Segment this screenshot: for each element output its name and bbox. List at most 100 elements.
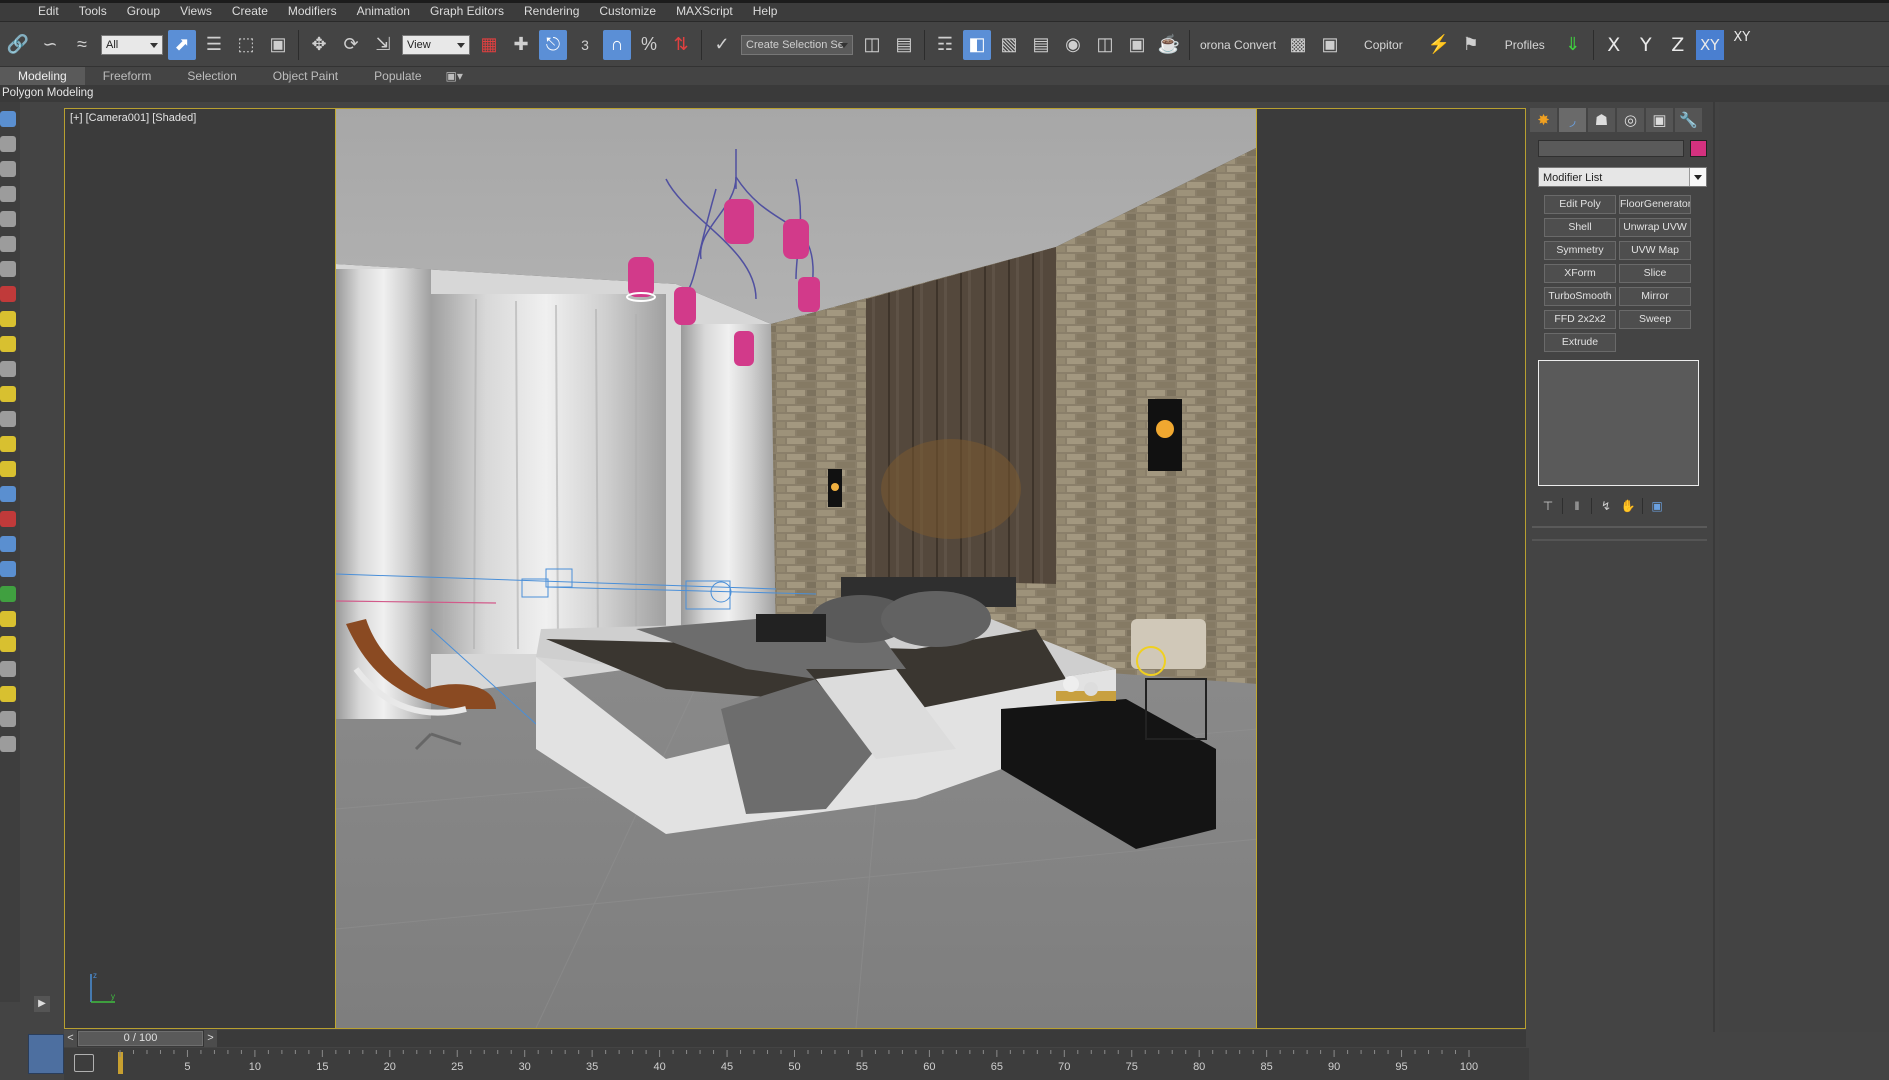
select-object-icon[interactable]: ⬈ [168, 29, 196, 60]
make-unique-icon[interactable]: ↯ [1598, 498, 1614, 514]
corona-convert-label[interactable]: orona Convert [1194, 38, 1282, 52]
time-slider-thumb[interactable]: 0 / 100 [78, 1031, 203, 1046]
time-slider[interactable]: < 0 / 100 > [64, 1030, 1526, 1047]
speaker-icon[interactable] [0, 236, 16, 252]
mirror-icon[interactable]: ◫ [858, 30, 886, 60]
particles-icon[interactable] [0, 486, 16, 502]
expand-track-icon[interactable]: ▶ [34, 996, 50, 1012]
remove-modifier-icon[interactable]: ✋ [1620, 498, 1636, 514]
plant-icon[interactable] [0, 586, 16, 602]
copitor-label[interactable]: Copitor [1358, 38, 1409, 52]
tab-object-paint[interactable]: Object Paint [255, 67, 356, 85]
slice-button[interactable]: Slice [1619, 264, 1691, 283]
cylinder-icon[interactable] [0, 336, 16, 352]
menu-tools[interactable]: Tools [69, 0, 117, 22]
chevron-down-double-icon[interactable]: ⇓ [1559, 30, 1587, 60]
rectangular-selection-icon[interactable]: ⬚ [232, 30, 260, 60]
list-icon[interactable] [0, 161, 16, 177]
axis-xy-lock-button[interactable]: XY [1728, 30, 1756, 60]
angle-snap-icon[interactable]: ∩ [603, 29, 631, 60]
axis-xy-button[interactable]: XY [1695, 29, 1724, 60]
spiral-icon[interactable] [0, 611, 16, 627]
extrude-button[interactable]: Extrude [1544, 333, 1616, 352]
edit-icon[interactable] [0, 136, 16, 152]
spring-icon[interactable] [0, 636, 16, 652]
sphere-icon[interactable] [0, 261, 16, 277]
viewport-label[interactable]: [+] [Camera001] [Shaded] [70, 112, 196, 124]
schematic-view-icon[interactable]: ▤ [1027, 30, 1055, 60]
profiles-label[interactable]: Profiles [1499, 38, 1551, 52]
utilities-tab-icon[interactable]: 🔧 [1675, 108, 1702, 132]
polygon-modeling-panel[interactable]: Polygon Modeling [0, 85, 1889, 102]
ribbon-options-icon[interactable]: ▣▾ [440, 67, 469, 85]
help-icon[interactable] [0, 736, 16, 752]
link-icon[interactable]: 🔗 [4, 30, 32, 60]
unwrap-uvw-button[interactable]: Unwrap UVW [1619, 218, 1691, 237]
floorgenerator-button[interactable]: FloorGenerator [1619, 195, 1691, 214]
light-icon[interactable] [0, 436, 16, 452]
rotate-icon[interactable]: ⟳ [337, 30, 365, 60]
render-production-icon[interactable]: ☕ [1155, 30, 1183, 60]
configure-sets-icon[interactable]: ▣ [1649, 498, 1665, 514]
menu-rendering[interactable]: Rendering [514, 0, 589, 22]
modifier-list-dropdown[interactable]: Modifier List [1538, 167, 1707, 187]
object-color-swatch[interactable] [1690, 140, 1707, 157]
edit-named-selection-icon[interactable]: ✓ [708, 30, 736, 60]
menu-views[interactable]: Views [170, 0, 222, 22]
curve-icon[interactable] [0, 111, 16, 127]
uvw-map-button[interactable]: UVW Map [1619, 241, 1691, 260]
create-tab-icon[interactable]: ✸ [1530, 108, 1557, 132]
turbosmooth-button[interactable]: TurboSmooth [1544, 287, 1616, 306]
next-frame-button[interactable]: > [203, 1030, 217, 1047]
shape-icon[interactable] [0, 536, 16, 552]
mirror-button[interactable]: Mirror [1619, 287, 1691, 306]
scale-icon[interactable]: ⇲ [369, 30, 397, 60]
percent-snap-icon[interactable]: % [635, 30, 663, 60]
sphere-grey-icon[interactable] [0, 661, 16, 677]
axis-x-button[interactable]: X [1600, 30, 1628, 60]
menu-graph-editors[interactable]: Graph Editors [420, 0, 514, 22]
show-end-result-icon[interactable]: ‖ [1569, 498, 1585, 514]
curve-editor-icon[interactable]: ▧ [995, 30, 1023, 60]
copitor-icon[interactable]: ⚡ [1425, 30, 1453, 60]
align-icon[interactable]: ▤ [890, 30, 918, 60]
mini-curve-editor-icon[interactable] [28, 1034, 64, 1074]
document-icon[interactable] [0, 686, 16, 702]
helper-icon[interactable] [0, 511, 16, 527]
render-setup-icon[interactable]: ◫ [1091, 30, 1119, 60]
track-bar[interactable]: 5 10 15 20 25 30 35 40 45 50 55 60 65 70 75 80 85 90 95 100 [64, 1048, 1529, 1080]
scene-explorer-icon[interactable]: ◧ [963, 29, 991, 60]
select-by-name-icon[interactable]: ☰ [200, 30, 228, 60]
grid-icon[interactable] [0, 186, 16, 202]
ffd-button[interactable]: FFD 2x2x2 [1544, 310, 1616, 329]
object-name-field[interactable] [1538, 140, 1684, 157]
modifier-stack-view[interactable] [1538, 360, 1699, 486]
tab-selection[interactable]: Selection [169, 67, 254, 85]
symmetry-button[interactable]: Symmetry [1544, 241, 1616, 260]
cone-icon[interactable] [0, 411, 16, 427]
ruler-icon[interactable] [0, 211, 16, 227]
sphere-yellow-icon[interactable] [0, 461, 16, 477]
axis-z-button[interactable]: Z [1664, 30, 1692, 60]
box-icon[interactable] [0, 311, 16, 327]
xform-button[interactable]: XForm [1544, 264, 1616, 283]
menu-animation[interactable]: Animation [347, 0, 420, 22]
pivot-center-icon[interactable]: ▦ [475, 30, 503, 60]
keyboard-shortcut-override-icon[interactable]: ⎋ [539, 29, 567, 60]
circle-icon[interactable] [0, 361, 16, 377]
pin-stack-icon[interactable]: ⊤ [1540, 498, 1556, 514]
hierarchy-tab-icon[interactable]: ☗ [1588, 108, 1615, 132]
motion-tab-icon[interactable]: ◎ [1617, 108, 1644, 132]
chevron-down-icon[interactable] [1689, 168, 1706, 186]
corona-tool-icon[interactable]: ▣ [1316, 30, 1344, 60]
settings-icon[interactable] [0, 561, 16, 577]
select-manipulate-icon[interactable]: ✚ [507, 30, 535, 60]
edit-poly-button[interactable]: Edit Poly [1544, 195, 1616, 214]
menu-maxscript[interactable]: MAXScript [666, 0, 743, 22]
window-crossing-icon[interactable]: ▣ [264, 30, 292, 60]
sweep-button[interactable]: Sweep [1619, 310, 1691, 329]
display-tab-icon[interactable]: ▣ [1646, 108, 1673, 132]
named-selection-sets-dropdown[interactable]: Create Selection Se [741, 34, 853, 55]
spinner-snap-icon[interactable]: ⇅ [667, 30, 695, 60]
menu-group[interactable]: Group [117, 0, 170, 22]
